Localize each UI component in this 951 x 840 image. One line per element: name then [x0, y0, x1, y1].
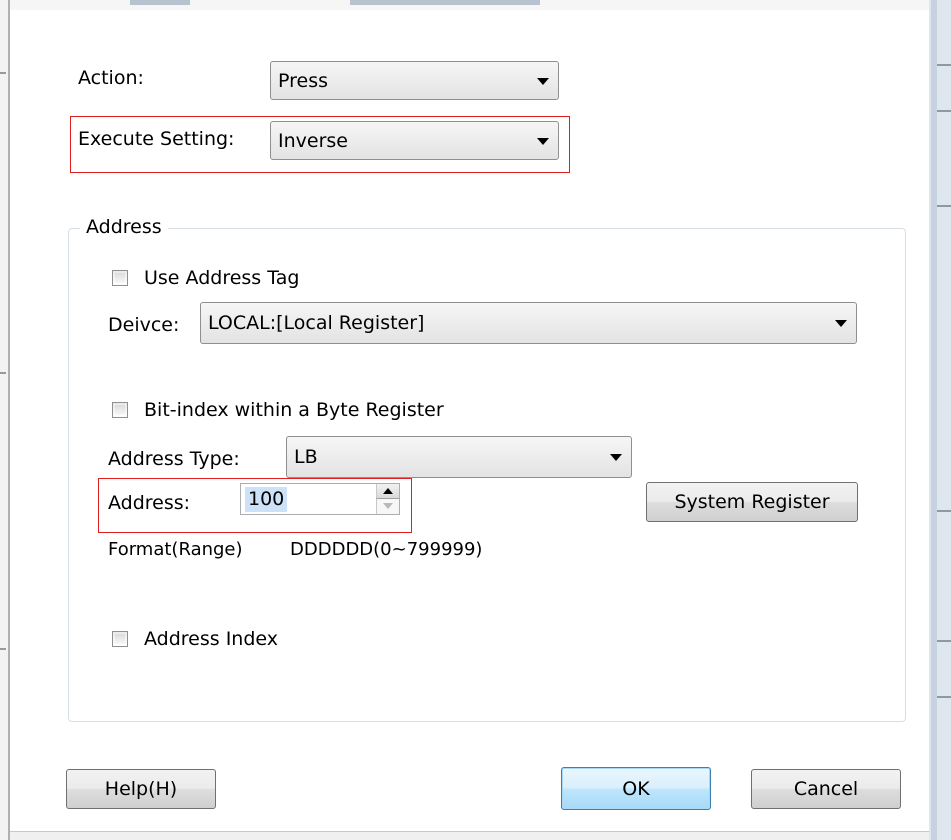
help-button[interactable]: Help(H): [66, 769, 216, 809]
device-dropdown[interactable]: LOCAL:[Local Register]: [200, 302, 857, 344]
address-label: Address:: [108, 492, 191, 514]
action-dropdown[interactable]: Press: [270, 61, 559, 100]
chevron-down-icon: [537, 77, 549, 85]
ok-button[interactable]: OK: [561, 767, 711, 810]
use-address-tag-checkbox[interactable]: [112, 270, 128, 286]
bit-index-checkbox[interactable]: [112, 402, 128, 418]
address-index-checkbox[interactable]: [112, 631, 128, 647]
format-range-label: Format(Range): [108, 539, 243, 560]
address-index-label: Address Index: [144, 628, 279, 650]
spin-up-button[interactable]: [376, 484, 399, 499]
system-register-button[interactable]: System Register: [646, 482, 858, 522]
execute-setting-label: Execute Setting:: [78, 128, 235, 150]
spin-down-button[interactable]: [376, 499, 399, 514]
format-range-value: DDDDDD(0~799999): [290, 539, 483, 560]
chevron-down-icon: [537, 137, 549, 145]
bit-index-label: Bit-index within a Byte Register: [144, 399, 444, 421]
arrow-up-icon: [383, 488, 393, 494]
address-type-label: Address Type:: [108, 448, 240, 470]
chevron-down-icon: [610, 454, 622, 461]
execute-setting-dropdown[interactable]: Inverse: [270, 121, 559, 160]
device-label: Deivce:: [108, 314, 180, 336]
device-value: LOCAL:[Local Register]: [208, 312, 425, 334]
arrow-down-icon: [383, 503, 393, 509]
cancel-button[interactable]: Cancel: [751, 769, 901, 809]
left-window-edge: [0, 0, 10, 840]
address-spinbox[interactable]: 100: [240, 483, 400, 515]
address-type-value: LB: [294, 446, 318, 468]
action-value: Press: [278, 69, 329, 92]
execute-setting-value: Inverse: [278, 129, 348, 152]
address-group-title: Address: [80, 214, 168, 240]
address-value[interactable]: 100: [245, 487, 288, 512]
right-window-edge: [929, 0, 951, 840]
top-window-edge: [10, 0, 929, 10]
bottom-window-edge: [10, 831, 929, 840]
action-label: Action:: [78, 67, 144, 89]
chevron-down-icon: [835, 320, 847, 327]
use-address-tag-label: Use Address Tag: [144, 267, 300, 289]
address-type-dropdown[interactable]: LB: [286, 436, 632, 478]
